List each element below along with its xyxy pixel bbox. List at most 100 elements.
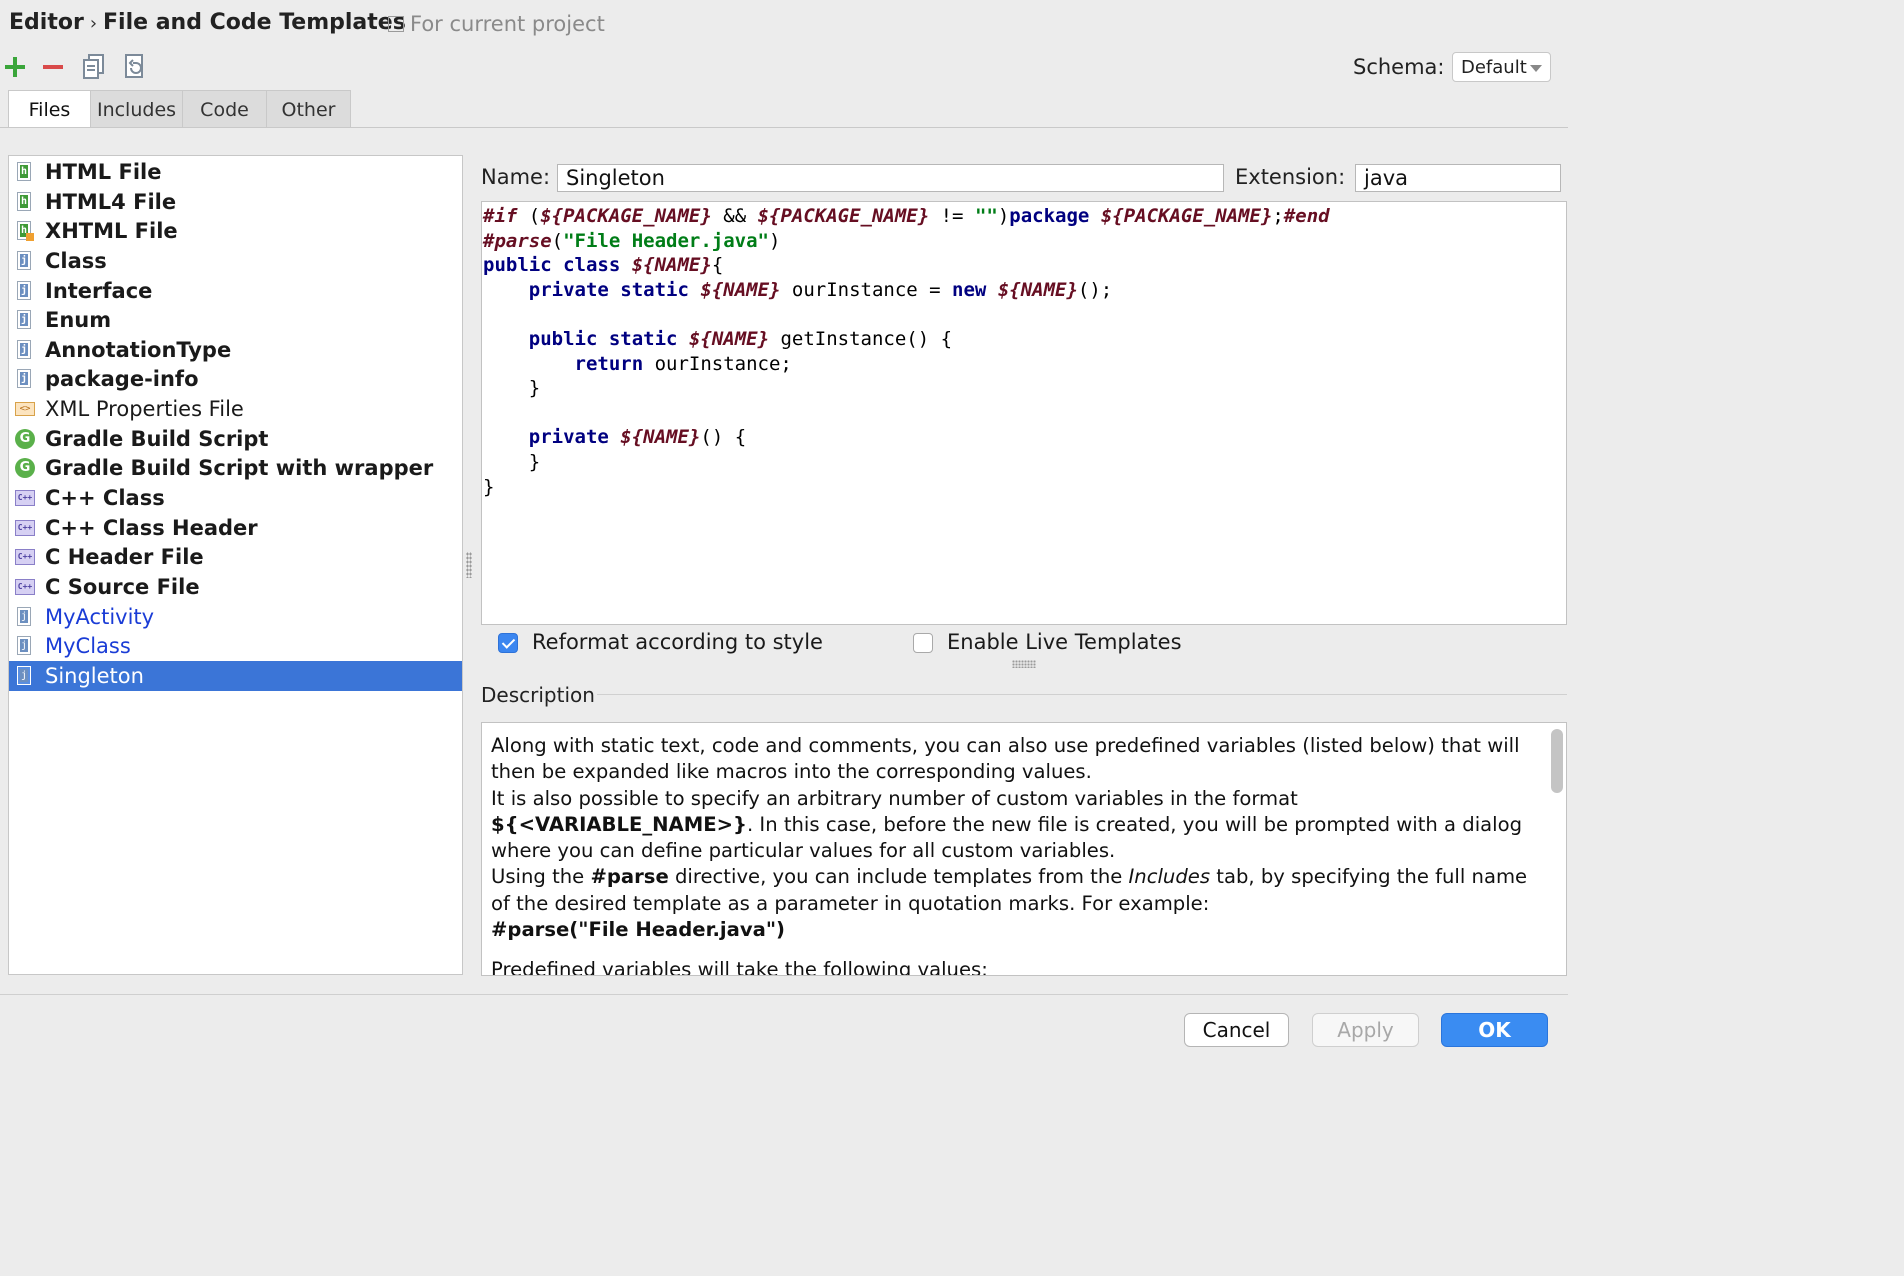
description-paragraph: Along with static text, code and comment… xyxy=(491,734,1520,784)
reset-icon xyxy=(125,54,143,78)
list-item[interactable]: j Interface xyxy=(9,276,462,306)
live-templates-label[interactable]: Enable Live Templates xyxy=(947,630,1182,654)
code-line: private ${NAME}() { xyxy=(528,426,747,449)
cpp-file-icon: C++ xyxy=(15,549,35,565)
tab-other[interactable]: Other xyxy=(267,90,351,128)
description-panel[interactable]: Along with static text, code and comment… xyxy=(481,722,1567,976)
template-code-editor[interactable]: #if (${PACKAGE_NAME} && ${PACKAGE_NAME} … xyxy=(481,201,1567,625)
list-item[interactable]: j Class xyxy=(9,246,462,276)
code-line: return ourInstance; xyxy=(574,352,792,375)
name-label: Name: xyxy=(481,165,551,189)
list-item-label: C Header File xyxy=(45,545,204,569)
code-line: #if (${PACKAGE_NAME} && ${PACKAGE_NAME} … xyxy=(483,205,1330,227)
list-item[interactable]: j MyClass xyxy=(9,631,462,661)
breadcrumb-separator: › xyxy=(89,13,98,34)
list-item-label: package-info xyxy=(45,367,199,391)
add-template-button[interactable] xyxy=(0,52,30,82)
ok-button[interactable]: OK xyxy=(1441,1013,1548,1047)
breadcrumb-parent[interactable]: Editor xyxy=(9,10,84,35)
gradle-icon: G xyxy=(15,429,35,449)
plus-icon xyxy=(5,57,25,77)
copy-icon xyxy=(83,54,104,79)
tab-files[interactable]: Files xyxy=(8,90,91,128)
list-item[interactable]: <> XML Properties File xyxy=(9,394,462,424)
reformat-checkbox[interactable] xyxy=(498,633,518,653)
code-line: public class ${NAME}{ xyxy=(483,254,724,277)
list-item[interactable]: C++ C++ Class Header xyxy=(9,513,462,543)
description-title: Description xyxy=(481,683,595,707)
resize-grip[interactable] xyxy=(1012,660,1036,668)
description-example: #parse("File Header.java") xyxy=(491,918,786,942)
list-item-selected[interactable]: j Singleton xyxy=(9,661,462,691)
apply-button[interactable]: Apply xyxy=(1312,1013,1419,1047)
code-line: #parse("File Header.java") xyxy=(483,229,781,252)
list-item-label: AnnotationType xyxy=(45,338,232,362)
breadcrumb: Editor › File and Code Templates xyxy=(9,10,406,35)
extension-label: Extension: xyxy=(1235,165,1346,189)
xhtml-file-icon: h xyxy=(17,221,34,241)
list-item[interactable]: j MyActivity xyxy=(9,602,462,632)
cancel-button[interactable]: Cancel xyxy=(1184,1013,1289,1047)
template-tabs: Files Includes Code Other xyxy=(8,90,351,128)
list-item-label: Gradle Build Script with wrapper xyxy=(45,456,434,480)
list-item-label: Enum xyxy=(45,308,112,332)
list-item[interactable]: j package-info xyxy=(9,364,462,394)
tab-code[interactable]: Code xyxy=(183,90,267,128)
list-item[interactable]: C++ C Header File xyxy=(9,542,462,572)
list-item[interactable]: h HTML File xyxy=(9,157,462,187)
xml-file-icon: <> xyxy=(15,402,35,416)
list-item[interactable]: C++ C Source File xyxy=(9,572,462,602)
list-item[interactable]: h HTML4 File xyxy=(9,187,462,217)
code-line: } xyxy=(483,475,495,498)
list-item[interactable]: j Enum xyxy=(9,305,462,335)
description-scrollbar[interactable] xyxy=(1551,729,1563,793)
extension-field[interactable]: java xyxy=(1355,164,1561,192)
description-text: Along with static text, code and comment… xyxy=(491,733,1535,976)
java-file-icon: j xyxy=(17,607,31,626)
scope-label: For current project xyxy=(410,12,605,36)
java-file-icon: j xyxy=(17,340,31,359)
list-item[interactable]: j AnnotationType xyxy=(9,335,462,365)
list-item-label: Class xyxy=(45,249,107,273)
list-item-label: C++ Class Header xyxy=(45,516,258,540)
list-item[interactable]: C++ C++ Class xyxy=(9,483,462,513)
cpp-file-icon: C++ xyxy=(15,490,35,506)
list-item-label: XHTML File xyxy=(45,219,178,243)
code-line: private static ${NAME} ourInstance = new… xyxy=(528,278,1113,301)
list-item-label: MyActivity xyxy=(45,605,155,629)
code-line: } xyxy=(483,377,541,400)
reset-template-button[interactable] xyxy=(120,52,150,82)
schema-label: Schema: xyxy=(1353,55,1445,79)
live-templates-checkbox[interactable] xyxy=(913,633,933,653)
list-item[interactable]: G Gradle Build Script xyxy=(9,424,462,454)
description-paragraph: Predefined variables will take the follo… xyxy=(491,958,988,976)
list-item-label: XML Properties File xyxy=(45,397,244,421)
schema-dropdown[interactable]: Default xyxy=(1452,52,1551,82)
list-item-label: C Source File xyxy=(45,575,200,599)
page-title: File and Code Templates xyxy=(103,10,406,35)
list-item-label: HTML File xyxy=(45,160,162,184)
cpp-file-icon: C++ xyxy=(15,520,35,536)
chevron-down-icon xyxy=(1530,65,1542,72)
list-item[interactable]: G Gradle Build Script with wrapper xyxy=(9,453,462,483)
code-line: } xyxy=(483,450,541,473)
code-line: public static ${NAME} getInstance() { xyxy=(528,327,953,350)
copy-template-button[interactable] xyxy=(79,52,109,82)
list-item-label: HTML4 File xyxy=(45,190,177,214)
template-code: #if (${PACKAGE_NAME} && ${PACKAGE_NAME} … xyxy=(483,204,1330,499)
list-item[interactable]: h XHTML File xyxy=(9,216,462,246)
remove-template-button[interactable] xyxy=(38,52,68,82)
description-paragraph: It is also possible to specify an arbitr… xyxy=(491,786,1523,863)
description-paragraph: Using the #parse directive, you can incl… xyxy=(491,865,1528,915)
list-item-label: C++ Class xyxy=(45,486,165,510)
java-file-icon: j xyxy=(17,369,31,388)
java-file-icon: j xyxy=(17,281,31,300)
java-file-icon: j xyxy=(17,310,31,329)
reformat-label[interactable]: Reformat according to style xyxy=(532,630,823,654)
name-field[interactable]: Singleton xyxy=(557,164,1224,192)
tab-includes[interactable]: Includes xyxy=(91,90,183,128)
cpp-file-icon: C++ xyxy=(15,579,35,595)
schema-value: Default xyxy=(1461,57,1527,78)
template-list[interactable]: h HTML File h HTML4 File h XHTML File j … xyxy=(8,155,463,975)
split-pane-divider[interactable] xyxy=(466,552,472,578)
